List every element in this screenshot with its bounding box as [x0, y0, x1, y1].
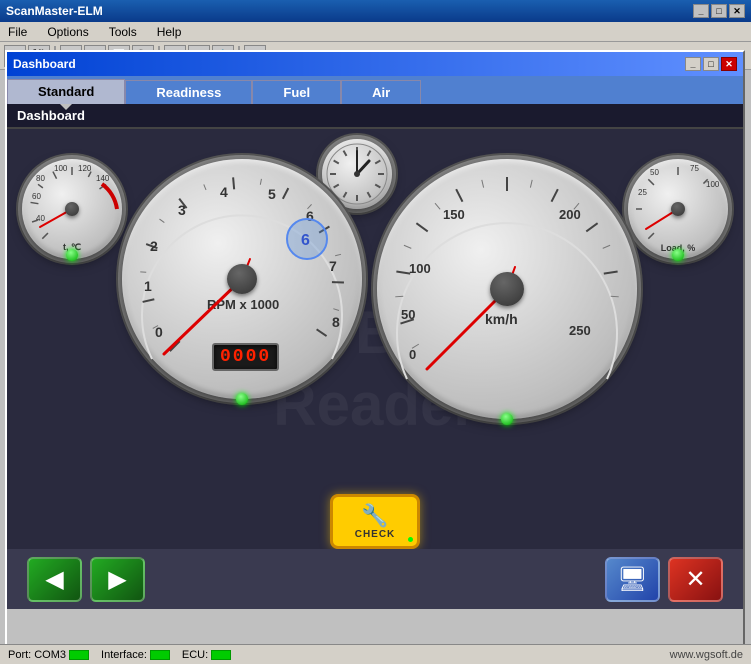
os-title-bar: ScanMaster-ELM _ □ ✕: [0, 0, 751, 22]
svg-text:4: 4: [220, 184, 228, 200]
menu-help[interactable]: Help: [153, 23, 186, 41]
section-label: Dashboard: [7, 104, 743, 129]
tab-fuel[interactable]: Fuel: [252, 80, 341, 104]
rpm-status-light: [236, 393, 248, 405]
svg-text:60: 60: [32, 192, 41, 201]
dash-minimize-btn[interactable]: _: [685, 57, 701, 71]
svg-text:5: 5: [268, 186, 276, 202]
check-engine-dot: [408, 537, 413, 542]
port-indicator: Port: COM3: [8, 649, 89, 661]
os-close-btn[interactable]: ✕: [729, 4, 745, 18]
gauge-rpm: 0 1 2 3 4 5 6 6: [122, 159, 362, 399]
menu-tools[interactable]: Tools: [105, 23, 141, 41]
menu-file[interactable]: File: [4, 23, 31, 41]
menu-bar: File Options Tools Help: [0, 22, 751, 42]
load-status-light: [672, 249, 684, 261]
app-title: ScanMaster-ELM: [6, 4, 103, 18]
svg-text:100: 100: [54, 164, 68, 173]
svg-text:7: 7: [329, 258, 337, 274]
load-hub: [671, 202, 685, 216]
next-button[interactable]: ▶: [90, 557, 145, 602]
rpm-hub: [227, 264, 257, 294]
bottom-nav: ◀ ▶ 🖥 ✕: [7, 549, 743, 609]
svg-text:50: 50: [401, 307, 415, 322]
svg-text:75: 75: [690, 164, 699, 173]
dashboard-controls: _ □ ✕: [685, 57, 737, 71]
rpm-digital-display: 0000: [212, 343, 279, 371]
svg-text:8: 8: [332, 314, 340, 330]
svg-text:250: 250: [569, 323, 591, 338]
svg-text:40: 40: [36, 214, 45, 223]
interface-led: [150, 650, 170, 660]
svg-text:100: 100: [706, 180, 720, 189]
website-label: www.wgsoft.de: [670, 649, 743, 661]
svg-text:6: 6: [301, 232, 310, 249]
close-icon: ✕: [685, 565, 705, 594]
svg-text:km/h: km/h: [485, 311, 518, 327]
prev-button[interactable]: ◀: [27, 557, 82, 602]
tab-air[interactable]: Air: [341, 80, 421, 104]
svg-text:200: 200: [559, 207, 581, 222]
svg-text:150: 150: [443, 207, 465, 222]
speed-hub: [490, 272, 524, 306]
tab-bar: Standard Readiness Fuel Air: [7, 76, 743, 104]
svg-text:120: 120: [78, 164, 92, 173]
nav-prev-next-group: ◀ ▶: [27, 557, 145, 602]
os-maximize-btn[interactable]: □: [711, 4, 727, 18]
dash-maximize-btn[interactable]: □: [703, 57, 719, 71]
os-minimize-btn[interactable]: _: [693, 4, 709, 18]
engine-icon: 🔧: [361, 503, 388, 529]
svg-text:2: 2: [150, 238, 158, 254]
svg-text:140: 140: [96, 174, 110, 183]
ecu-led: [211, 650, 231, 660]
temp-hub: [65, 202, 79, 216]
dashboard-title-bar: Dashboard _ □ ✕: [7, 52, 743, 76]
temp-status-light: [66, 249, 78, 261]
svg-text:100: 100: [409, 261, 431, 276]
close-button[interactable]: ✕: [668, 557, 723, 602]
ecu-indicator: ECU:: [182, 649, 231, 661]
port-led: [69, 650, 89, 660]
svg-text:80: 80: [36, 174, 45, 183]
dash-content: OBD Reader: [7, 129, 743, 609]
check-engine-indicator: 🔧 CHECK: [330, 494, 420, 549]
menu-options[interactable]: Options: [43, 23, 92, 41]
gauge-temp: 40 60 80 100 120 140 t, ℃: [22, 159, 122, 259]
monitor-icon: 🖥: [617, 565, 647, 594]
speed-status-light: [501, 413, 513, 425]
status-bar: Port: COM3 Interface: ECU: www.wgsoft.de: [0, 644, 751, 664]
tab-readiness[interactable]: Readiness: [125, 80, 252, 104]
svg-text:1: 1: [144, 278, 152, 294]
os-window-controls: _ □ ✕: [693, 4, 745, 18]
gauge-load: 25 50 75 100 Load, %: [628, 159, 728, 259]
interface-indicator: Interface:: [101, 649, 170, 661]
nav-action-group: 🖥 ✕: [605, 557, 723, 602]
svg-text:25: 25: [638, 188, 647, 197]
monitor-button[interactable]: 🖥: [605, 557, 660, 602]
svg-text:3: 3: [178, 202, 186, 218]
dashboard-title: Dashboard: [13, 57, 76, 71]
svg-text:50: 50: [650, 168, 659, 177]
gauge-speed: 0 50 100 150 200: [377, 159, 637, 419]
svg-text:RPM x 1000: RPM x 1000: [207, 297, 279, 312]
tab-standard[interactable]: Standard: [7, 79, 125, 104]
check-engine-text: CHECK: [355, 529, 396, 540]
svg-text:0: 0: [409, 347, 416, 362]
dashboard-window: Dashboard _ □ ✕ Standard Readiness Fuel …: [5, 50, 745, 650]
dash-close-btn[interactable]: ✕: [721, 57, 737, 71]
